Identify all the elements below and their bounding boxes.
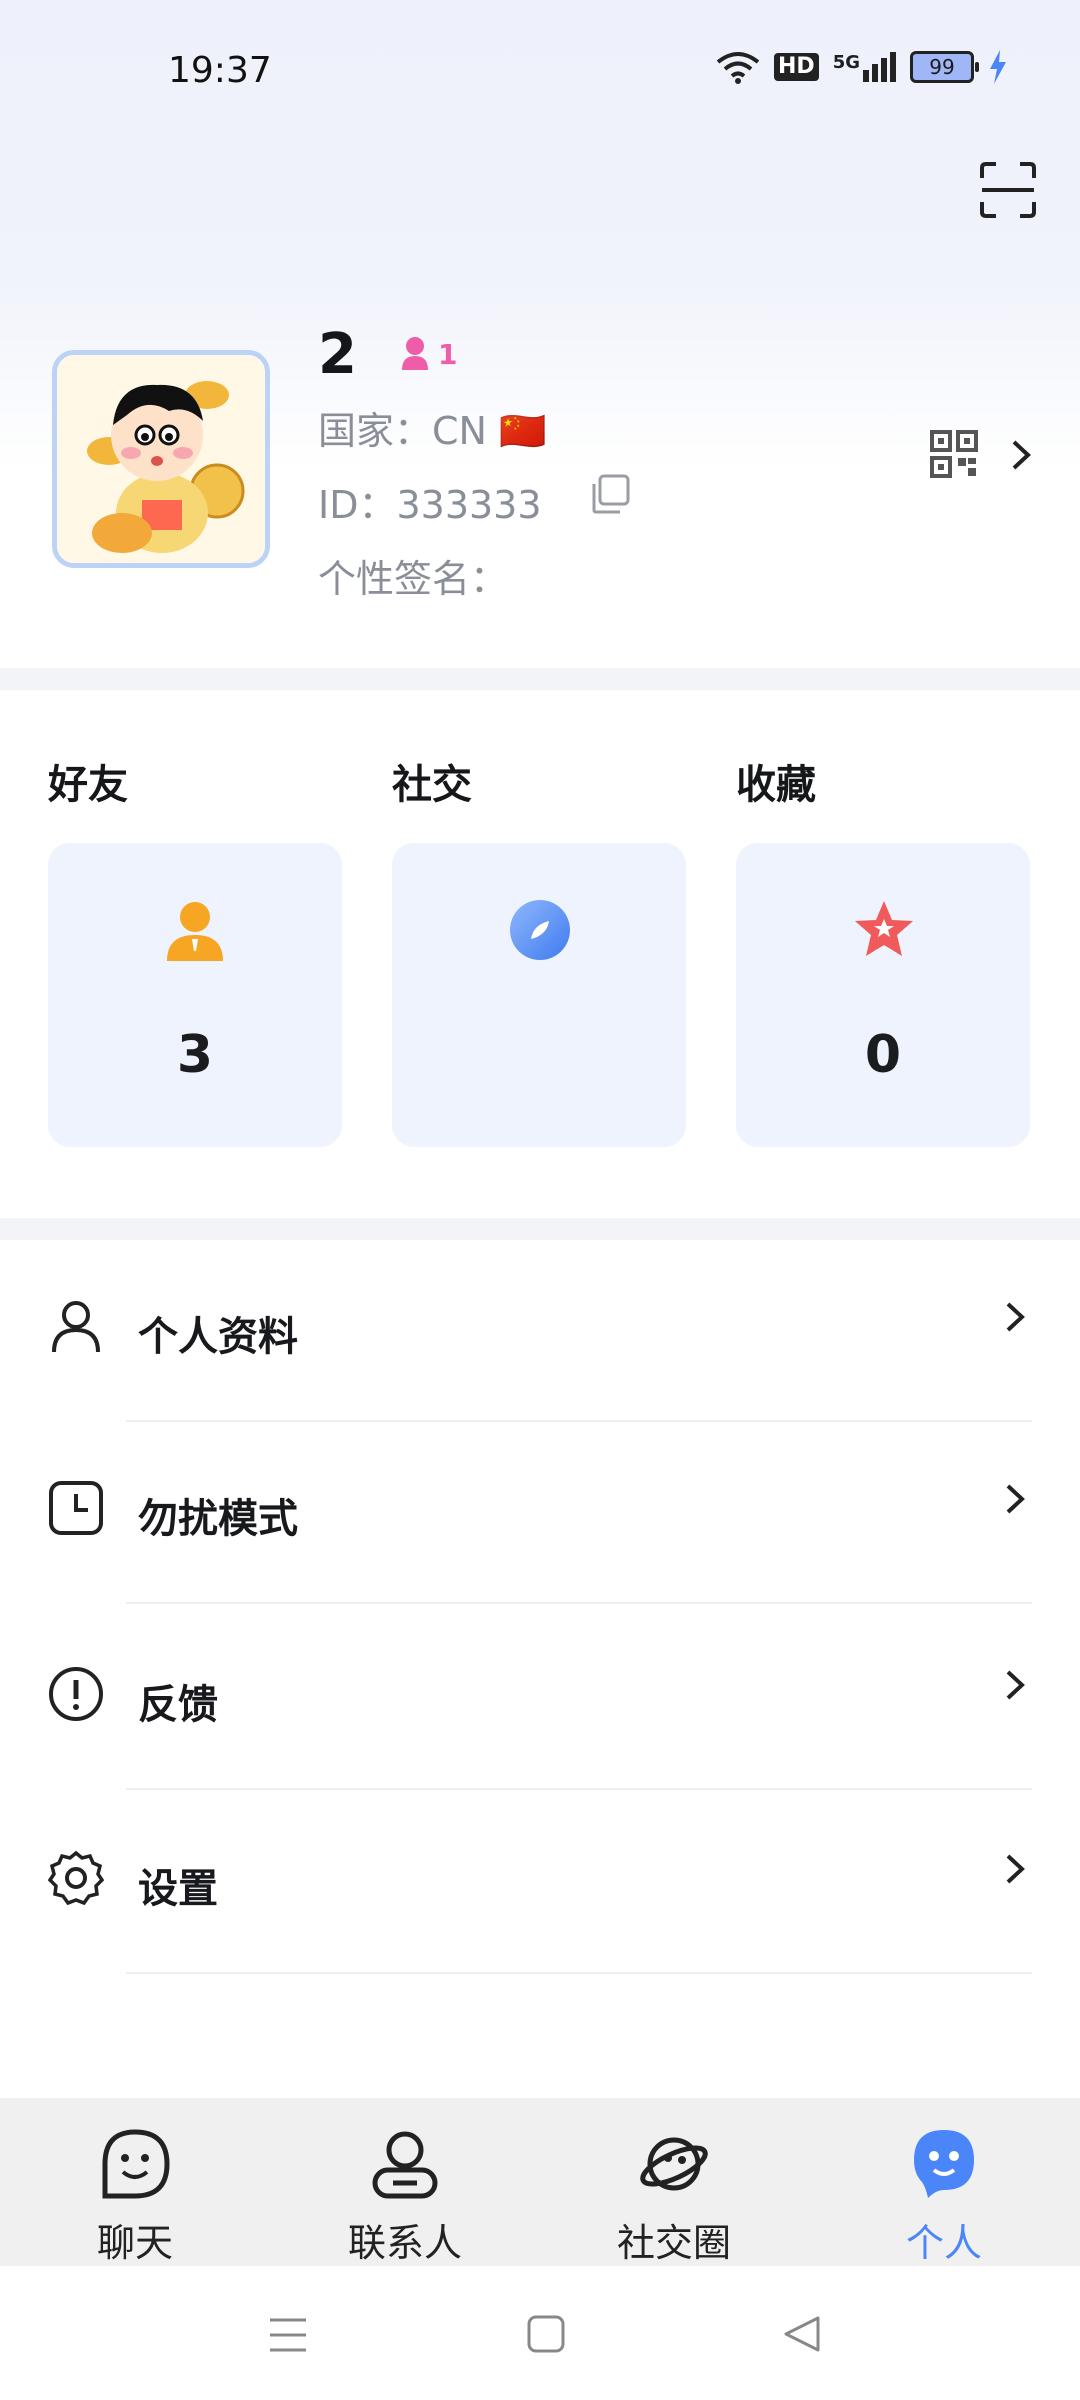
hd-badge: HD	[774, 53, 819, 81]
status-time: 19:37	[168, 50, 272, 91]
id-label: ID：	[318, 483, 397, 527]
status-icons: HD 5G 99	[716, 50, 1008, 84]
menu-separator	[126, 1972, 1032, 1974]
friends-card[interactable]: 3	[48, 843, 342, 1147]
menu-item-profile[interactable]: 个人资料	[0, 1242, 1080, 1422]
charging-icon	[990, 50, 1006, 84]
friends-label: 好友	[48, 762, 128, 808]
chevron-right-icon	[1006, 1302, 1025, 1332]
friend-icon	[167, 902, 223, 961]
country-row: 国家：CN 🇨🇳	[318, 400, 546, 455]
person-icon	[52, 1301, 100, 1353]
tab-contacts[interactable]: 联系人	[325, 2128, 485, 2267]
tab-label: 个人	[905, 2221, 982, 2265]
chevron-right-icon	[1006, 1854, 1025, 1884]
battery-indicator: 99	[910, 51, 979, 83]
tab-me[interactable]: 个人	[864, 2128, 1024, 2267]
qr-code-icon[interactable]	[930, 430, 978, 478]
menu-label: 反馈	[138, 1682, 218, 1728]
tab-chat[interactable]: 聊天	[55, 2128, 215, 2267]
menu-label: 个人资料	[138, 1314, 298, 1360]
signal-bar	[872, 64, 878, 82]
profile-name: 2	[318, 322, 357, 387]
user-active-icon	[914, 2130, 974, 2198]
signature-label: 个性签名：	[318, 557, 509, 601]
smile-chat-icon	[102, 2129, 170, 2199]
favorites-count: 0	[864, 1025, 902, 1085]
section-divider	[0, 1218, 1080, 1240]
gender-badge: 1	[398, 336, 457, 372]
menu-nav-icon[interactable]	[268, 2316, 308, 2354]
avatar[interactable]	[52, 350, 270, 568]
gender-count: 1	[438, 337, 458, 371]
signal-bar	[881, 58, 887, 82]
compass-icon	[510, 900, 570, 960]
menu-label: 勿扰模式	[138, 1496, 298, 1542]
star-icon	[855, 901, 913, 956]
copy-icon[interactable]	[588, 472, 632, 516]
avatar-image	[57, 355, 265, 563]
favorites-label: 收藏	[736, 762, 816, 808]
tab-label: 聊天	[96, 2221, 173, 2265]
wifi-icon	[716, 52, 760, 84]
menu-label: 设置	[138, 1866, 218, 1912]
alert-icon	[49, 1667, 103, 1721]
menu-item-feedback[interactable]: 反馈	[0, 1610, 1080, 1790]
profile-chevron-icon[interactable]	[1010, 438, 1034, 472]
section-divider	[0, 668, 1080, 690]
id-value: 333333	[396, 483, 542, 527]
menu-separator	[126, 1602, 1032, 1604]
network-type: 5G	[832, 52, 860, 73]
signal-indicator: 5G	[833, 52, 896, 82]
menu-item-dnd[interactable]: 勿扰模式	[0, 1424, 1080, 1604]
country-label: 国家：	[318, 409, 433, 453]
chevron-right-icon	[1006, 1484, 1025, 1514]
tab-moments[interactable]: 社交圈	[594, 2128, 754, 2267]
signal-bar	[890, 52, 896, 82]
planet-icon	[640, 2137, 708, 2191]
contact-icon	[372, 2131, 438, 2199]
signal-bar	[863, 70, 869, 82]
tab-label: 联系人	[347, 2221, 462, 2265]
social-card[interactable]	[392, 843, 686, 1147]
menu-item-settings[interactable]: 设置	[0, 1794, 1080, 1974]
back-nav-icon[interactable]	[782, 2314, 822, 2354]
country-value: CN 🇨🇳	[432, 409, 547, 453]
friends-count: 3	[176, 1025, 214, 1085]
favorites-card[interactable]: 0	[736, 843, 1030, 1147]
chevron-right-icon	[1006, 1670, 1025, 1700]
gear-icon	[48, 1850, 104, 1906]
social-label: 社交	[392, 762, 472, 808]
tab-label: 社交圈	[616, 2221, 731, 2265]
menu-separator	[126, 1788, 1032, 1790]
female-icon	[402, 337, 428, 370]
clock-icon	[49, 1481, 103, 1535]
id-row: ID：333333	[318, 474, 542, 529]
home-nav-icon[interactable]	[526, 2314, 566, 2354]
menu-separator	[126, 1420, 1032, 1422]
scan-icon[interactable]	[978, 160, 1038, 220]
system-nav-bar	[0, 2266, 1080, 2400]
